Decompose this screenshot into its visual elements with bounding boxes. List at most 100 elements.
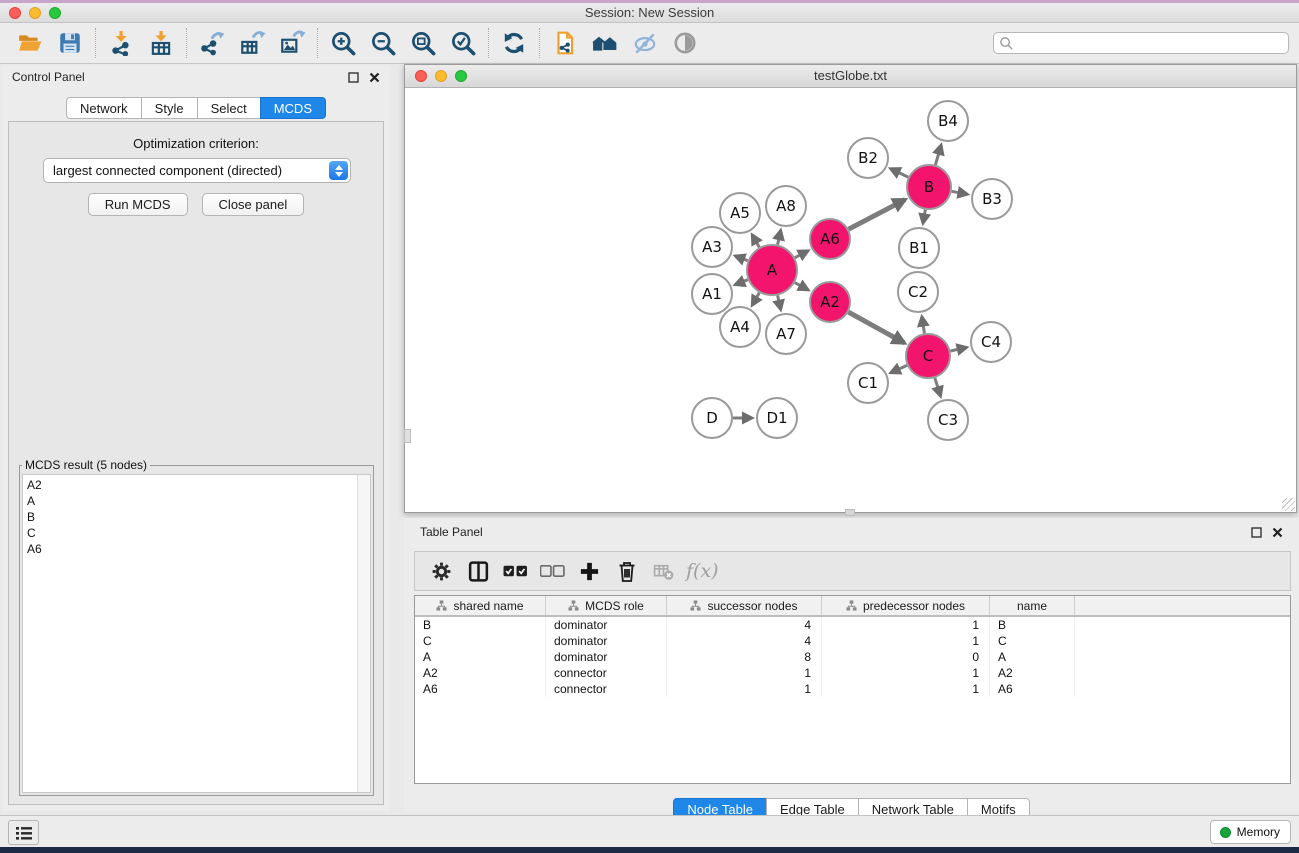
table-row[interactable]: Bdominator41B bbox=[415, 617, 1290, 633]
criterion-select[interactable]: largest connected component (directed) bbox=[43, 158, 351, 183]
graph-node-A2[interactable]: A2 bbox=[810, 282, 850, 322]
mcds-list-item[interactable]: A bbox=[23, 493, 370, 509]
graph-node-A5[interactable]: A5 bbox=[720, 193, 760, 233]
graph-edge-A2-C[interactable] bbox=[848, 312, 904, 343]
import-network-icon[interactable] bbox=[101, 25, 141, 61]
tab-mcds[interactable]: MCDS bbox=[260, 97, 326, 119]
minimize-network-button[interactable] bbox=[435, 70, 447, 82]
table-cell[interactable]: connector bbox=[546, 665, 667, 681]
add-column-icon[interactable] bbox=[571, 555, 608, 587]
mcds-list-item[interactable]: C bbox=[23, 525, 370, 541]
table-cell[interactable]: C bbox=[990, 633, 1075, 649]
mcds-list-item[interactable]: B bbox=[23, 509, 370, 525]
graph-edge-B-B2[interactable] bbox=[891, 169, 909, 177]
mcds-list-item[interactable]: A6 bbox=[23, 541, 370, 557]
export-network-icon[interactable] bbox=[192, 25, 232, 61]
graph-node-C[interactable]: C bbox=[906, 334, 950, 378]
mcds-list-item[interactable]: A2 bbox=[23, 477, 370, 493]
list-scrollbar[interactable] bbox=[357, 475, 370, 792]
table-row[interactable]: Cdominator41C bbox=[415, 633, 1290, 649]
table-cell[interactable]: A bbox=[990, 649, 1075, 665]
network-window-titlebar[interactable]: testGlobe.txt bbox=[405, 65, 1296, 88]
graph-edge-B-B4[interactable] bbox=[935, 145, 941, 165]
clone-network-icon[interactable] bbox=[545, 25, 585, 61]
table-row[interactable]: A6connector11A6 bbox=[415, 681, 1290, 697]
close-table-panel-icon[interactable] bbox=[1272, 527, 1283, 538]
graph-node-A1[interactable]: A1 bbox=[692, 274, 732, 314]
table-cell[interactable]: 1 bbox=[822, 665, 990, 681]
table-cell[interactable]: dominator bbox=[546, 633, 667, 649]
graph-edge-C-C1[interactable] bbox=[891, 365, 907, 372]
table-cell[interactable]: 1 bbox=[822, 617, 990, 633]
deselect-checkboxes-icon[interactable] bbox=[534, 555, 571, 587]
show-columns-icon[interactable] bbox=[460, 555, 497, 587]
table-cell[interactable]: dominator bbox=[546, 649, 667, 665]
table-cell[interactable]: 1 bbox=[822, 633, 990, 649]
save-session-icon[interactable] bbox=[50, 25, 90, 61]
graph-edge-B-B1[interactable] bbox=[923, 210, 925, 224]
scrollbar-thumb[interactable] bbox=[404, 429, 411, 443]
show-home-networks-icon[interactable] bbox=[585, 25, 625, 61]
tab-select[interactable]: Select bbox=[197, 97, 261, 119]
float-panel-icon[interactable] bbox=[348, 72, 359, 83]
table-cell[interactable]: A6 bbox=[415, 681, 546, 697]
graph-node-A8[interactable]: A8 bbox=[766, 186, 806, 226]
graph-node-B1[interactable]: B1 bbox=[899, 228, 939, 268]
graph-edge-A-A7[interactable] bbox=[778, 295, 781, 309]
table-cell[interactable]: 8 bbox=[667, 649, 822, 665]
graph-node-A3[interactable]: A3 bbox=[692, 227, 732, 267]
table-cell[interactable]: dominator bbox=[546, 617, 667, 633]
task-history-button[interactable] bbox=[8, 820, 39, 845]
table-cell[interactable]: A2 bbox=[415, 665, 546, 681]
graph-edge-A-A2[interactable] bbox=[795, 283, 808, 290]
maximize-network-button[interactable] bbox=[455, 70, 467, 82]
graph-edge-C-C2[interactable] bbox=[922, 317, 925, 334]
network-canvas[interactable]: B4B2BB3A5A8A6B1A3AA1C2A2A4A7C4CC1C3DD1 bbox=[405, 88, 1296, 512]
zoom-fit-icon[interactable] bbox=[403, 25, 443, 61]
delete-column-icon[interactable] bbox=[608, 555, 645, 587]
graph-node-A[interactable]: A bbox=[747, 245, 797, 295]
maximize-window-button[interactable] bbox=[49, 7, 61, 19]
graph-node-D1[interactable]: D1 bbox=[757, 398, 797, 438]
graph-edge-A-A8[interactable] bbox=[778, 230, 781, 244]
select-all-checkboxes-icon[interactable] bbox=[497, 555, 534, 587]
table-cell[interactable]: 1 bbox=[667, 665, 822, 681]
graph-edge-C-C4[interactable] bbox=[951, 347, 967, 351]
table-cell[interactable]: 0 bbox=[822, 649, 990, 665]
graph-node-C1[interactable]: C1 bbox=[848, 363, 888, 403]
graph-node-B3[interactable]: B3 bbox=[972, 179, 1012, 219]
float-table-panel-icon[interactable] bbox=[1251, 527, 1262, 538]
close-network-button[interactable] bbox=[415, 70, 427, 82]
scrollbar-thumb[interactable] bbox=[845, 509, 855, 516]
zoom-selected-icon[interactable] bbox=[443, 25, 483, 61]
graph-node-B2[interactable]: B2 bbox=[848, 138, 888, 178]
run-mcds-button[interactable]: Run MCDS bbox=[88, 193, 188, 216]
graph-edge-A-A6[interactable] bbox=[795, 251, 808, 258]
hide-graphics-details-icon[interactable] bbox=[625, 25, 665, 61]
column-header-predecessor-nodes[interactable]: predecessor nodes bbox=[822, 596, 990, 615]
graph-node-B[interactable]: B bbox=[907, 165, 951, 209]
tab-network[interactable]: Network bbox=[66, 97, 142, 119]
close-window-button[interactable] bbox=[9, 7, 21, 19]
resize-grip[interactable] bbox=[1282, 498, 1295, 511]
table-cell[interactable]: 4 bbox=[667, 617, 822, 633]
search-input[interactable] bbox=[993, 32, 1289, 54]
table-cell[interactable]: connector bbox=[546, 681, 667, 697]
table-row[interactable]: Adominator80A bbox=[415, 649, 1290, 665]
export-table-icon[interactable] bbox=[232, 25, 272, 61]
graph-node-A7[interactable]: A7 bbox=[766, 314, 806, 354]
export-image-icon[interactable] bbox=[272, 25, 312, 61]
table-cell[interactable]: 4 bbox=[667, 633, 822, 649]
graph-node-B4[interactable]: B4 bbox=[928, 101, 968, 141]
table-cell[interactable]: 1 bbox=[822, 681, 990, 697]
column-header-shared-name[interactable]: shared name bbox=[415, 596, 546, 615]
graph-edge-A-A4[interactable] bbox=[752, 293, 759, 306]
graph-edge-B-B3[interactable] bbox=[952, 191, 968, 194]
table-cell[interactable]: A bbox=[415, 649, 546, 665]
table-cell[interactable]: B bbox=[415, 617, 546, 633]
bird-view-icon[interactable] bbox=[665, 25, 705, 61]
close-panel-button[interactable]: Close panel bbox=[202, 193, 305, 216]
column-header-name[interactable]: name bbox=[990, 596, 1075, 615]
table-cell[interactable]: C bbox=[415, 633, 546, 649]
close-panel-icon[interactable] bbox=[369, 72, 380, 83]
